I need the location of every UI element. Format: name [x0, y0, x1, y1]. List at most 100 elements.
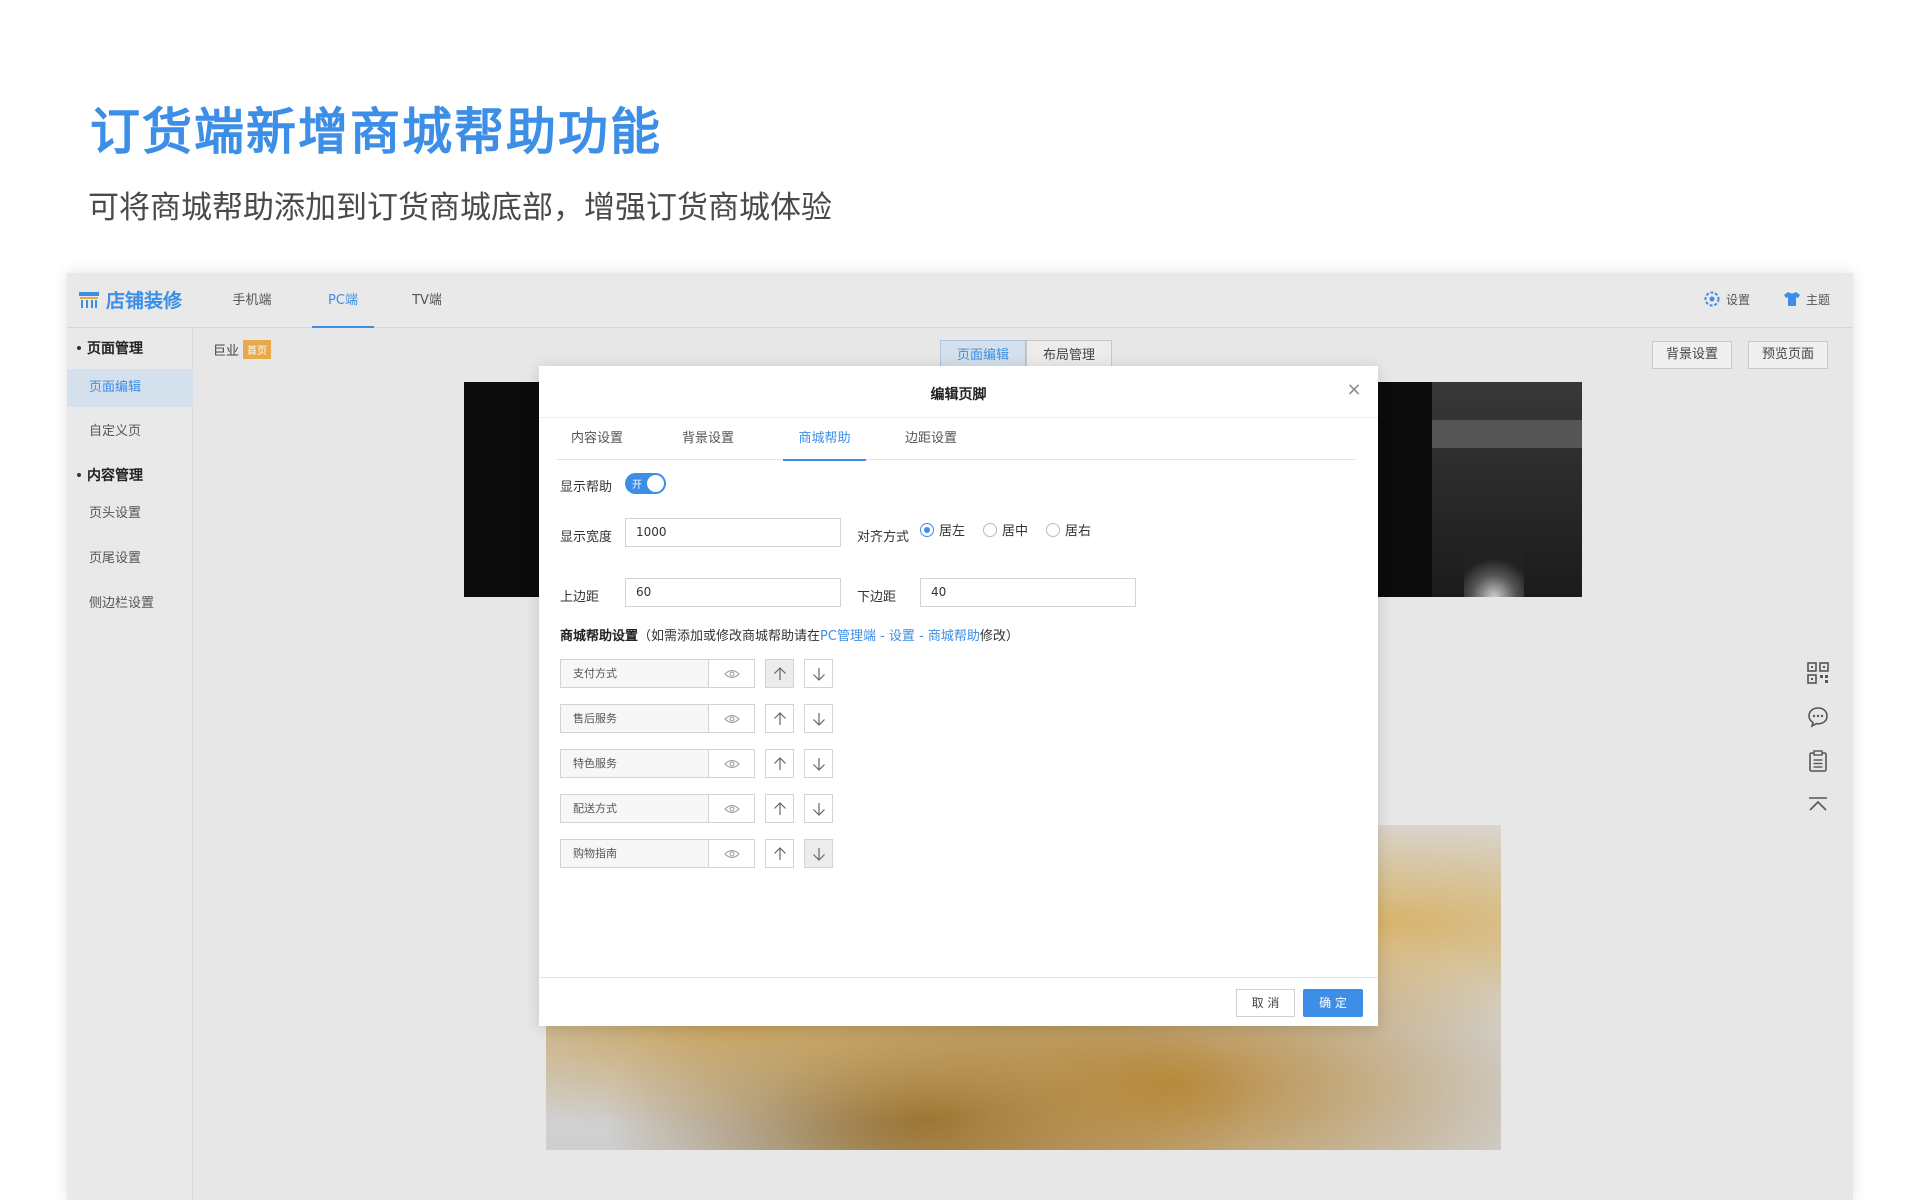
sidebar-item-footer-settings[interactable]: 页尾设置 — [67, 540, 193, 578]
theme-label: 主题 — [1806, 292, 1831, 307]
settings-label: 设置 — [1726, 292, 1751, 307]
sidebar-group-label: 页面管理 — [87, 341, 143, 357]
settings-button[interactable]: 设置 — [1703, 290, 1750, 308]
sidebar-group-page-management: 页面管理 — [77, 338, 143, 358]
arrow-down-icon — [812, 667, 825, 681]
preview-page-button[interactable]: 预览页面 — [1748, 341, 1829, 369]
help-item-name: 购物指南 — [560, 839, 709, 868]
cancel-button[interactable]: 取 消 — [1236, 989, 1295, 1017]
move-down-button[interactable] — [804, 839, 833, 868]
clipboard-icon[interactable] — [1807, 750, 1829, 772]
shirt-icon — [1784, 292, 1800, 306]
radio — [1046, 522, 1061, 537]
bottom-margin-label: 下边距 — [857, 590, 897, 605]
eye-icon[interactable] — [709, 794, 755, 823]
alignment-label: 对齐方式 — [857, 530, 910, 545]
move-down-button[interactable] — [804, 794, 833, 823]
eye-icon[interactable] — [709, 749, 755, 778]
move-up-button[interactable] — [765, 839, 794, 868]
tab-margin-settings[interactable]: 边距设置 — [891, 418, 971, 460]
move-up-button[interactable] — [765, 794, 794, 823]
help-item-row: 购物指南 — [560, 839, 833, 868]
dialog-tabs: 内容设置 背景设置 商城帮助 边距设置 — [557, 418, 1356, 461]
breadcrumb: 巨业 首页 — [213, 340, 272, 359]
tab-label: 内容设置 — [570, 431, 623, 446]
move-up-button[interactable] — [765, 749, 794, 778]
bottom-margin-input[interactable]: 40 — [920, 578, 1136, 607]
arrow-up-icon — [773, 846, 786, 860]
help-item-row: 配送方式 — [560, 794, 833, 823]
align-center-option[interactable]: 居中 — [983, 520, 1028, 539]
help-settings-note-suffix: 修改） — [979, 629, 1019, 644]
back-to-top-icon[interactable] — [1807, 794, 1829, 816]
eye-icon[interactable] — [709, 659, 755, 688]
help-settings-title: 商城帮助设置（如需添加或修改商城帮助请在PC管理端 - 设置 - 商城帮助修改） — [560, 625, 1019, 644]
eye-icon[interactable] — [709, 704, 755, 733]
alignment-radio-group: 居左 居中 居右 — [920, 520, 1101, 539]
app-window: 店铺装修 手机端 PC端 TV端 设置 主题 页面管理 页面编辑 自定义页 内容… — [67, 273, 1853, 1200]
logo-text: 店铺装修 — [106, 290, 183, 312]
store-icon — [79, 291, 99, 308]
divider — [539, 977, 1378, 978]
sidebar-item-label: 侧边栏设置 — [89, 596, 155, 611]
move-up-button[interactable] — [765, 704, 794, 733]
sidebar-item-page-edit[interactable]: 页面编辑 — [67, 369, 193, 407]
align-right-option[interactable]: 居右 — [1046, 520, 1091, 539]
background-settings-button[interactable]: 背景设置 — [1652, 341, 1733, 369]
layout-manage-segment[interactable]: 布局管理 — [1026, 340, 1113, 369]
move-down-button[interactable] — [804, 659, 833, 688]
tab-background-settings[interactable]: 背景设置 — [668, 418, 748, 460]
radio-label: 居中 — [1002, 524, 1029, 539]
sidebar-item-label: 页尾设置 — [89, 551, 142, 566]
confirm-button[interactable]: 确 定 — [1303, 989, 1363, 1017]
active-tab-indicator — [312, 326, 374, 328]
arrow-up-icon — [773, 756, 786, 770]
help-settings-heading: 商城帮助设置 — [560, 629, 639, 644]
eye-icon[interactable] — [709, 839, 755, 868]
arrow-down-icon — [812, 712, 825, 726]
sidebar: 页面管理 页面编辑 自定义页 内容管理 页头设置 页尾设置 侧边栏设置 — [67, 328, 193, 1200]
tab-content-settings[interactable]: 内容设置 — [557, 418, 637, 460]
arrow-up-icon — [773, 801, 786, 815]
shelf-edge-decor — [1432, 420, 1582, 448]
tab-pc[interactable]: PC端 — [312, 273, 374, 328]
sidebar-group-label: 内容管理 — [87, 468, 143, 484]
show-help-label: 显示帮助 — [560, 480, 613, 495]
tab-label: PC端 — [328, 293, 358, 308]
display-width-input[interactable]: 1000 — [625, 518, 841, 547]
show-help-toggle[interactable]: 开 — [625, 473, 666, 494]
radio-checked — [920, 522, 934, 537]
arrow-down-icon — [812, 802, 825, 816]
close-icon[interactable]: × — [1344, 380, 1364, 400]
help-item-row: 特色服务 — [560, 749, 833, 778]
sidebar-item-header-settings[interactable]: 页头设置 — [67, 495, 193, 533]
page-edit-segment[interactable]: 页面编辑 — [940, 340, 1027, 369]
tab-mall-help[interactable]: 商城帮助 — [783, 418, 866, 461]
theme-button[interactable]: 主题 — [1783, 290, 1830, 308]
move-down-button[interactable] — [804, 704, 833, 733]
help-item-name: 配送方式 — [560, 794, 709, 823]
tab-mobile[interactable]: 手机端 — [217, 273, 287, 328]
arrow-down-icon — [812, 757, 825, 771]
top-margin-input[interactable]: 60 — [625, 578, 841, 607]
align-left-option[interactable]: 居左 — [920, 520, 965, 539]
toggle-text: 开 — [632, 480, 642, 491]
gear-icon — [1704, 291, 1720, 307]
tab-tv[interactable]: TV端 — [397, 273, 457, 328]
home-badge: 首页 — [243, 340, 272, 359]
help-item-row: 售后服务 — [560, 704, 833, 733]
dialog-title: 编辑页脚 — [930, 387, 987, 403]
bullet-icon — [77, 473, 81, 477]
move-down-button[interactable] — [804, 749, 833, 778]
chat-icon[interactable] — [1807, 706, 1829, 728]
sidebar-item-custom-page[interactable]: 自定义页 — [67, 413, 193, 451]
tab-label: 背景设置 — [681, 431, 734, 446]
tab-label: 手机端 — [232, 293, 272, 308]
move-up-button[interactable] — [765, 659, 794, 688]
qrcode-icon[interactable] — [1807, 662, 1829, 684]
fan-decor — [1464, 552, 1524, 597]
sidebar-item-sidebar-settings[interactable]: 侧边栏设置 — [67, 585, 193, 623]
help-settings-link[interactable]: PC管理端 - 设置 - 商城帮助 — [820, 629, 980, 644]
logo[interactable]: 店铺装修 — [78, 286, 182, 313]
active-tab-indicator — [783, 459, 866, 461]
